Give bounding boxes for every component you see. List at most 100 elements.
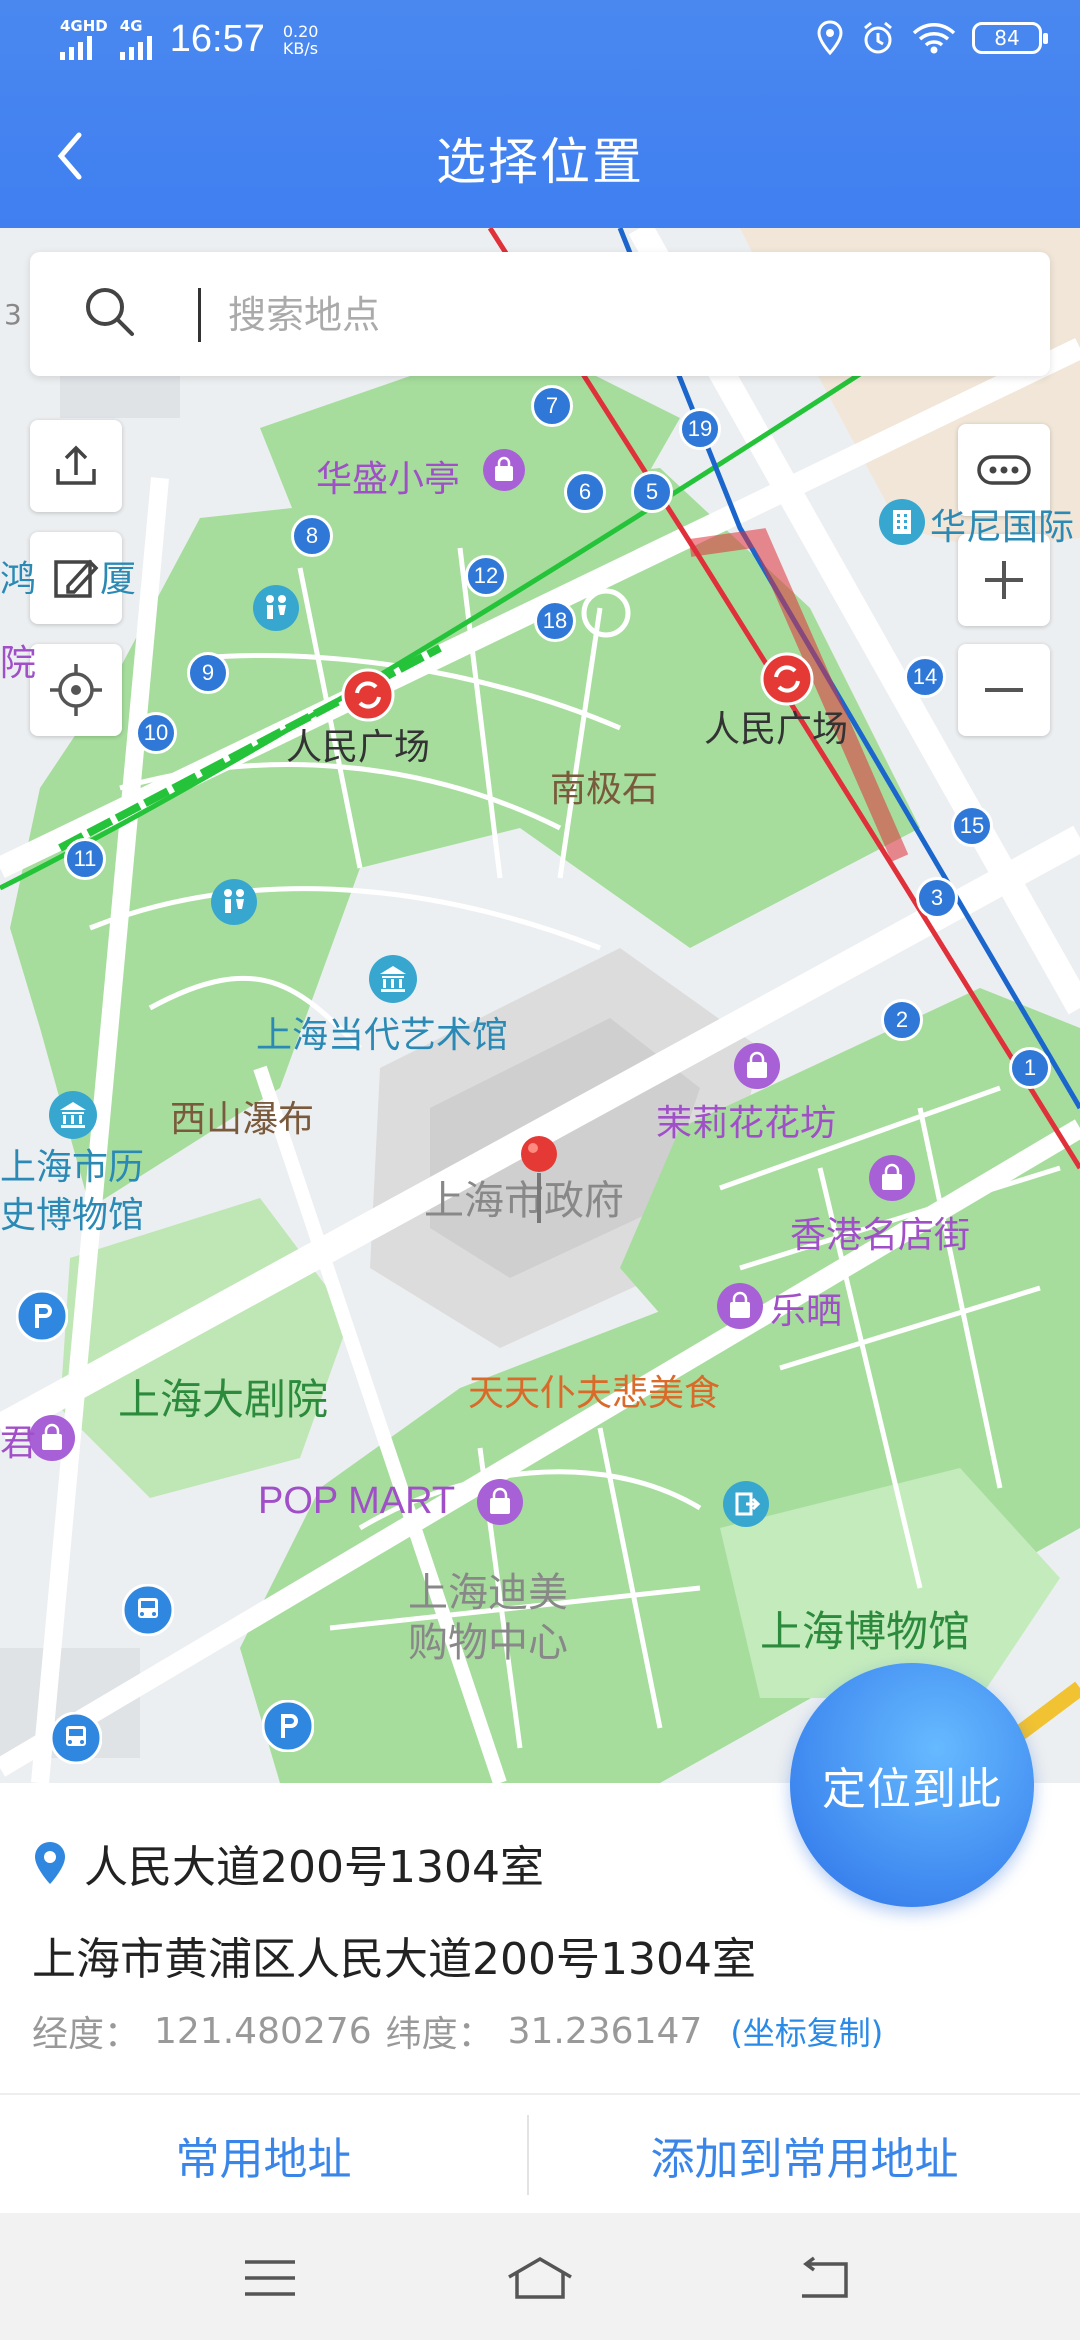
map-label-poi[interactable]: POP MART <box>258 1480 455 1523</box>
map-label-poi[interactable]: 乐晒 <box>770 1282 842 1334</box>
status-bar: 4GHD 4G 16:57 0.20 KB/s 84 <box>0 0 1080 86</box>
signal-bars-icon <box>60 34 92 60</box>
location-name: 人民大道200号1304室 <box>32 1831 544 1895</box>
menu-button[interactable] <box>230 2243 310 2313</box>
add-common-address-button[interactable]: 添加到常用地址 <box>529 2095 1080 2215</box>
zoom-out-button[interactable] <box>958 644 1050 736</box>
bus-stop-icon[interactable] <box>122 1584 174 1636</box>
coordinates: 经度： 121.480276 纬度： 31.236147 (坐标复制) <box>32 2005 883 2057</box>
common-address-button[interactable]: 常用地址 <box>0 2095 527 2215</box>
metro-exit-badge[interactable]: 7 <box>531 385 573 427</box>
map-label-poi[interactable]: 上海市历 <box>0 1138 144 1190</box>
shopping-bag-icon[interactable] <box>733 1042 781 1090</box>
museum-icon[interactable] <box>48 1090 98 1140</box>
crosshair-icon <box>50 664 102 716</box>
latitude-label: 纬度： <box>385 2014 494 2055</box>
map-label-station[interactable]: 人民广场 <box>704 700 848 752</box>
metro-exit-badge[interactable]: 5 <box>631 471 673 513</box>
map-label-partial: 君 <box>0 1423 37 1464</box>
edit-map-icon <box>54 559 99 598</box>
map-label-poi[interactable]: 西山瀑布 <box>170 1090 314 1142</box>
map-label-poi[interactable]: 天天仆夫悲美食 <box>468 1364 720 1416</box>
museum-icon[interactable] <box>368 954 418 1004</box>
metro-exit-badge[interactable]: 9 <box>187 652 229 694</box>
shopping-bag-icon[interactable] <box>868 1154 916 1202</box>
search-input[interactable] <box>226 276 1010 354</box>
metro-exit-badge[interactable]: 15 <box>951 805 993 847</box>
top-bar: 4GHD 4G 16:57 0.20 KB/s 84 选择位置 <box>0 0 1080 228</box>
metro-exit-badge[interactable]: 1 <box>1009 1047 1051 1089</box>
shopping-bag-icon[interactable] <box>476 1478 524 1526</box>
locate-here-button[interactable]: 定位到此 <box>790 1663 1034 1907</box>
location-pin-icon[interactable] <box>514 1133 564 1229</box>
metro-exit-badge[interactable]: 12 <box>465 555 507 597</box>
metro-exit-badge[interactable]: 10 <box>135 712 177 754</box>
metro-exit-badge[interactable]: 19 <box>679 408 721 450</box>
location-name-text: 人民大道200号1304室 <box>84 1842 544 1893</box>
longitude-value: 121.480276 <box>154 2010 372 2052</box>
map-label-poi[interactable]: 茉莉花花坊 <box>656 1094 836 1146</box>
signal-bars-icon <box>119 34 152 60</box>
share-location-button[interactable] <box>30 420 122 512</box>
battery-indicator: 84 <box>972 22 1048 54</box>
map-label-poi[interactable]: 史博物馆 <box>0 1186 144 1238</box>
map-label-station[interactable]: 人民广场 <box>286 718 430 770</box>
map-label-poi[interactable]: 香港名店街 <box>790 1206 970 1258</box>
page-title: 选择位置 <box>436 133 644 191</box>
parking-icon[interactable] <box>262 1700 314 1752</box>
alarm-icon <box>864 21 892 54</box>
signal-4ghd: 4GHD <box>60 19 108 60</box>
location-status-icon <box>817 20 843 56</box>
text-cursor <box>198 288 201 342</box>
signal-4g: 4G <box>119 19 152 60</box>
metro-exit-badge[interactable]: 11 <box>64 838 106 880</box>
exit-icon[interactable] <box>722 1480 770 1528</box>
map-label-partial: 厦 <box>100 559 137 600</box>
bus-stop-icon[interactable] <box>50 1712 102 1764</box>
map-label-poi[interactable]: 上海大剧院 <box>118 1366 328 1427</box>
metro-station-icon[interactable] <box>760 652 814 706</box>
address-actions: 常用地址 添加到常用地址 <box>0 2093 1080 2215</box>
home-icon <box>508 2256 572 2299</box>
metro-station-icon[interactable] <box>341 668 395 722</box>
search-bar[interactable] <box>30 252 1050 376</box>
network-speed: 0.20 KB/s <box>282 21 319 58</box>
restroom-icon[interactable] <box>252 584 300 632</box>
map-label-poi[interactable]: 上海当代艺术馆 <box>256 1006 508 1058</box>
copy-coordinates-link[interactable]: (坐标复制) <box>730 2008 883 2054</box>
map-label-poi[interactable]: 华盛小亭 <box>316 450 460 502</box>
longitude-label: 经度： <box>32 2014 141 2055</box>
metro-exit-badge[interactable]: 2 <box>881 999 923 1041</box>
plus-icon <box>985 561 1023 599</box>
parking-icon[interactable] <box>16 1290 68 1342</box>
clock: 16:57 <box>169 18 265 60</box>
more-options-icon <box>977 455 1031 485</box>
back-nav-button[interactable] <box>782 2243 862 2313</box>
wifi-icon <box>912 23 956 54</box>
map-label-poi[interactable]: 购物中心 <box>408 1610 568 1668</box>
metro-exit-badge[interactable]: 14 <box>904 656 946 698</box>
map-label-poi[interactable]: 南极石 <box>550 760 658 812</box>
restroom-icon[interactable] <box>210 878 258 926</box>
map-label-poi[interactable]: 上海博物馆 <box>760 1598 970 1659</box>
metro-exit-badge[interactable]: 8 <box>291 515 333 557</box>
map-label-partial: 鸿 <box>0 559 37 600</box>
my-location-button[interactable] <box>30 644 122 736</box>
search-icon <box>86 288 134 336</box>
minus-icon <box>985 688 1023 692</box>
map-label-poi[interactable]: 华尼国际 <box>930 498 1074 550</box>
metro-exit-badge[interactable]: 18 <box>534 600 576 642</box>
shopping-bag-icon[interactable] <box>716 1282 764 1330</box>
back-nav-icon <box>802 2256 848 2298</box>
metro-exit-badge[interactable]: 3 <box>916 877 958 919</box>
shopping-bag-icon[interactable] <box>482 448 526 492</box>
map-view[interactable]: 7 19 65 8 12 18 910 11 14 15 3 2 1 华盛小亭 人民广场 人民广场 南极… <box>0 228 1080 1783</box>
map-label-partial: 3 <box>4 298 22 331</box>
nav-row: 选择位置 <box>0 112 1080 198</box>
home-button[interactable] <box>500 2243 580 2313</box>
metro-exit-badge[interactable]: 6 <box>564 471 606 513</box>
building-icon[interactable] <box>878 498 926 546</box>
location-address: 上海市黄浦区人民大道200号1304室 <box>32 1934 756 1985</box>
map-label-partial: 院 <box>0 643 37 684</box>
upload-icon <box>56 445 96 485</box>
